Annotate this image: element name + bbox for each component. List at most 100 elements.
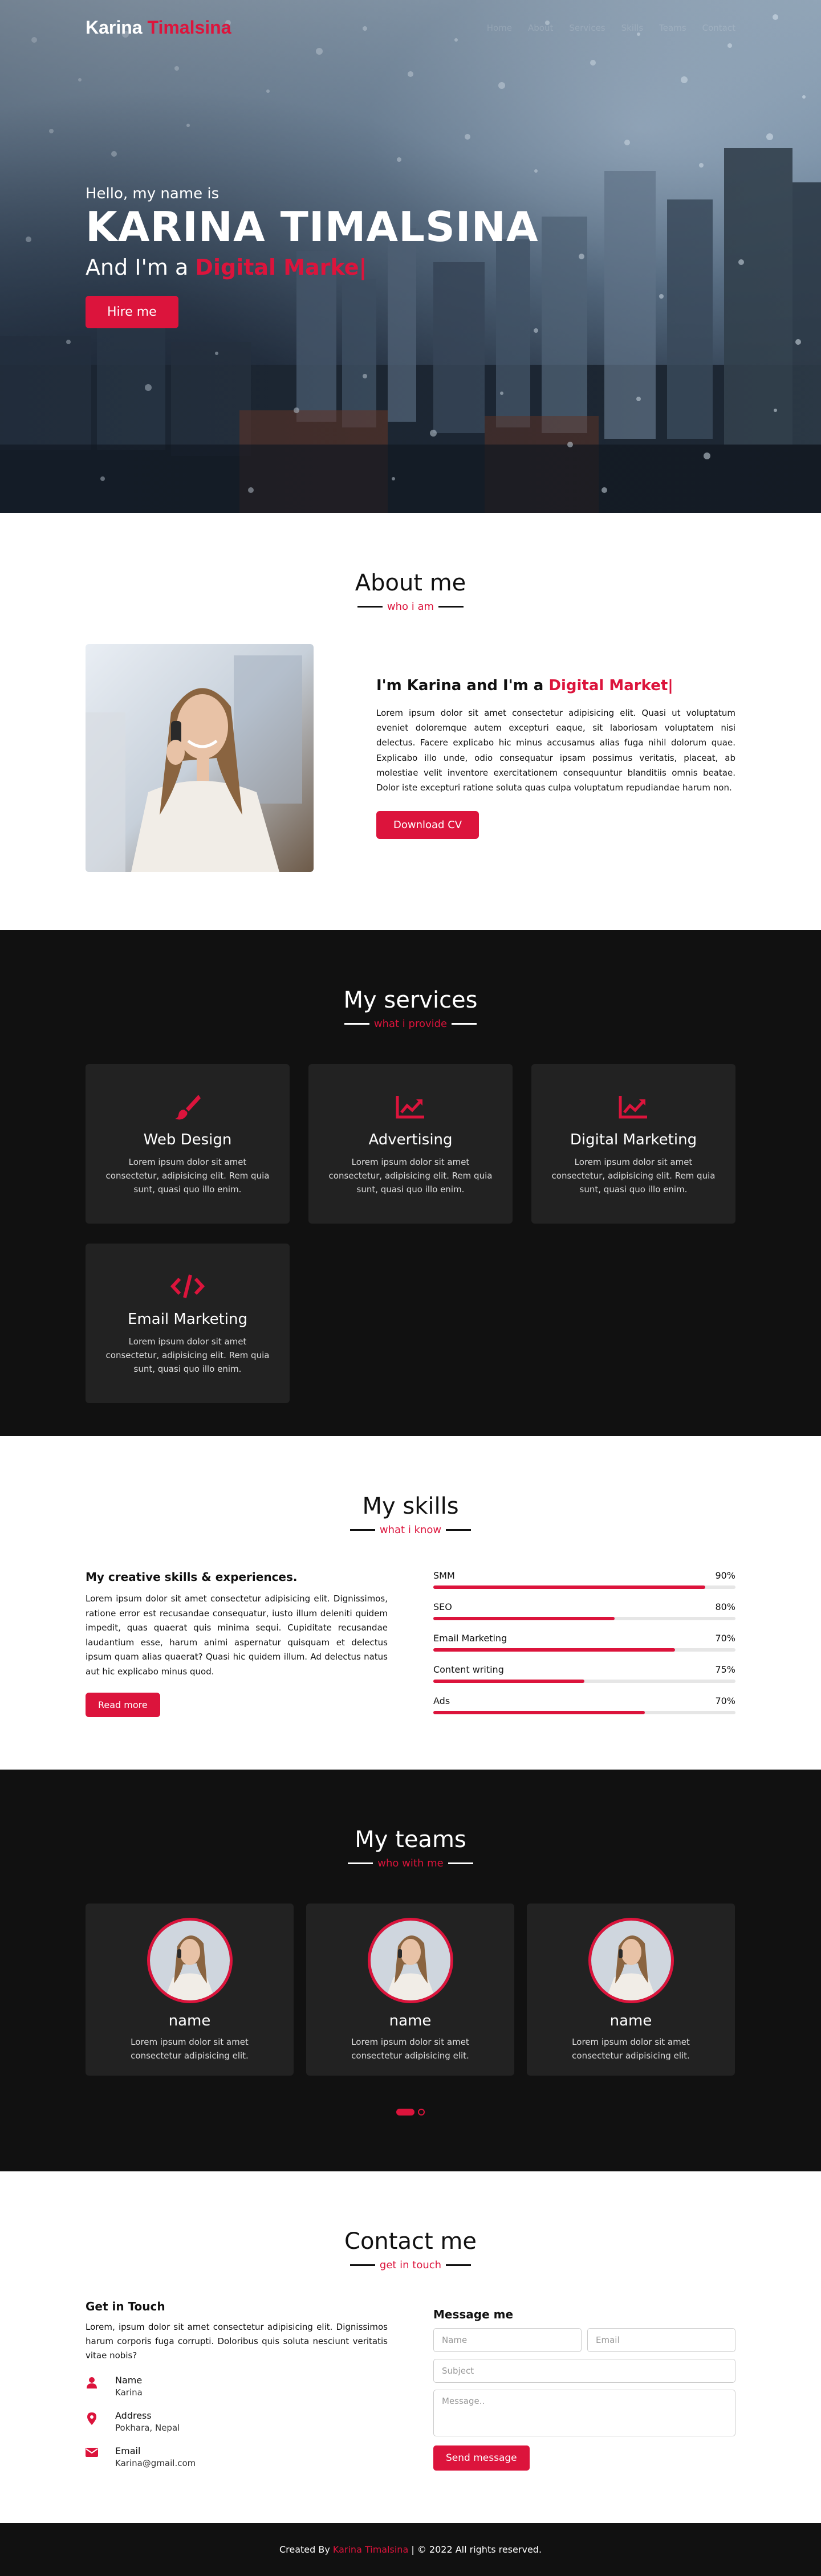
hire-me-button[interactable]: Hire me [86, 295, 178, 328]
team-member-name: name [389, 2012, 432, 2029]
carousel-dot-active[interactable] [396, 2109, 414, 2116]
nav-menu: Home About Services Skills Teams Contact [487, 23, 735, 33]
skill-fill [433, 1585, 705, 1589]
about-photo [86, 644, 314, 872]
user-icon [86, 2375, 98, 2389]
services-grid: Web Design Lorem ipsum dolor sit amet co… [86, 1064, 735, 1403]
skill-label: Ads [433, 1695, 450, 1706]
about-title: About me [355, 570, 466, 596]
logo-first-name: Karina [86, 17, 143, 38]
nav-link-home[interactable]: Home [487, 23, 512, 33]
team-member-name: name [168, 2012, 211, 2029]
service-card[interactable]: Digital Marketing Lorem ipsum dolor sit … [531, 1064, 735, 1224]
services-title: My services [343, 987, 478, 1013]
skills-paragraph: Lorem ipsum dolor sit amet consectetur a… [86, 1593, 388, 1677]
hero-role-typed: Digital Marke| [195, 254, 367, 280]
service-card[interactable]: Advertising Lorem ipsum dolor sit amet c… [308, 1064, 513, 1224]
skills-section: My skills what i know My creative skills… [0, 1436, 821, 1770]
services-section: My services what i provide Web Design Lo… [0, 930, 821, 1436]
name-input[interactable] [433, 2328, 582, 2352]
skill-percent: 70% [715, 1695, 735, 1706]
send-message-button[interactable]: Send message [433, 2445, 530, 2471]
skill-label: SEO [433, 1601, 452, 1612]
teams-title: My teams [355, 1827, 466, 1853]
contact-title: Contact me [344, 2228, 477, 2255]
footer: Created By Karina Timalsina | © 2022 All… [0, 2523, 821, 2576]
get-in-touch-heading: Get in Touch [86, 2300, 165, 2313]
skill-label: SMM [433, 1570, 455, 1581]
paint-brush-icon [103, 1093, 273, 1121]
services-subtitle: what i provide [373, 1018, 448, 1030]
carousel-dots [86, 2109, 735, 2116]
hero-section: Karina Timalsina Home About Services Ski… [0, 0, 821, 513]
read-more-button[interactable]: Read more [86, 1693, 160, 1717]
nav-link-services[interactable]: Services [569, 23, 605, 33]
skill-bars: SMM 90% SEO 80% Email Marketing 70% Content… [433, 1570, 735, 1727]
contact-subtitle: get in touch [379, 2259, 442, 2271]
contact-form: Send message [433, 2328, 735, 2477]
contact-info-name: Name Karina [86, 2375, 388, 2398]
skill-percent: 80% [715, 1601, 735, 1612]
site-logo[interactable]: Karina Timalsina [86, 17, 231, 38]
nav-link-about[interactable]: About [528, 23, 553, 33]
skill-bar: SMM 90% [433, 1570, 735, 1589]
hero-role-prefix: And I'm a [86, 254, 196, 280]
team-card[interactable]: name Lorem ipsum dolor sit amet consecte… [527, 1904, 735, 2076]
skill-fill [433, 1617, 615, 1620]
footer-author-link[interactable]: Karina Timalsina [333, 2544, 408, 2555]
skill-bar: Ads 70% [433, 1695, 735, 1714]
service-title: Digital Marketing [570, 1131, 697, 1148]
service-card[interactable]: Email Marketing Lorem ipsum dolor sit am… [86, 1244, 290, 1403]
skills-heading: My creative skills & experiences. [86, 1570, 298, 1584]
carousel-dot[interactable] [418, 2109, 425, 2116]
team-member-text: Lorem ipsum dolor sit amet consectetur a… [131, 2037, 249, 2061]
teams-subtitle: who with me [377, 1857, 444, 1869]
service-card[interactable]: Web Design Lorem ipsum dolor sit amet co… [86, 1064, 290, 1224]
navbar: Karina Timalsina Home About Services Ski… [86, 17, 735, 38]
hero-greeting: Hello, my name is [86, 185, 220, 202]
contact-paragraph: Lorem, ipsum dolor sit amet consectetur … [86, 2322, 388, 2361]
team-member-avatar [588, 1918, 674, 2003]
message-form-title: Message me [433, 2308, 514, 2321]
hero-role: And I'm a Digital Marke| [86, 255, 539, 280]
skill-percent: 90% [715, 1570, 735, 1581]
skill-percent: 70% [715, 1633, 735, 1644]
service-title: Web Design [143, 1131, 232, 1148]
skill-label: Content writing [433, 1664, 504, 1675]
team-member-text: Lorem ipsum dolor sit amet consectetur a… [572, 2037, 690, 2061]
teams-section: My teams who with me name Lorem ipsum do… [0, 1770, 821, 2171]
service-text: Lorem ipsum dolor sit amet consectetur, … [328, 1157, 493, 1195]
skills-subtitle: what i know [379, 1524, 442, 1536]
skill-bar: Email Marketing 70% [433, 1633, 735, 1652]
team-member-name: name [609, 2012, 652, 2029]
logo-last-name: Timalsina [147, 17, 231, 38]
team-card[interactable]: name Lorem ipsum dolor sit amet consecte… [86, 1904, 294, 2076]
nav-link-teams[interactable]: Teams [659, 23, 686, 33]
skill-percent: 75% [715, 1664, 735, 1675]
download-cv-button[interactable]: Download CV [376, 811, 479, 839]
envelope-icon [86, 2445, 98, 2457]
about-section: About me who i am I'm Karina and I'm a D… [0, 513, 821, 930]
hero-name: KARINA TIMALSINA [86, 203, 539, 251]
team-member-avatar [147, 1918, 233, 2003]
service-title: Email Marketing [128, 1311, 247, 1328]
footer-text: Created By Karina Timalsina | © 2022 All… [279, 2544, 542, 2555]
service-title: Advertising [368, 1131, 453, 1148]
team-carousel: name Lorem ipsum dolor sit amet consecte… [86, 1904, 735, 2076]
hero-content: Hello, my name is KARINA TIMALSINA And I… [86, 185, 539, 328]
nav-link-contact[interactable]: Contact [702, 23, 735, 33]
skills-title: My skills [362, 1493, 459, 1519]
skill-fill [433, 1648, 675, 1652]
skill-fill [433, 1680, 584, 1683]
about-paragraph: Lorem ipsum dolor sit amet consectetur a… [376, 707, 735, 793]
message-textarea[interactable] [433, 2390, 735, 2436]
map-marker-icon [86, 2410, 98, 2426]
nav-link-skills[interactable]: Skills [621, 23, 644, 33]
team-card[interactable]: name Lorem ipsum dolor sit amet consecte… [306, 1904, 514, 2076]
email-input[interactable] [587, 2328, 735, 2352]
contact-section: Contact me get in touch Get in Touch Lor… [0, 2171, 821, 2523]
subject-input[interactable] [433, 2359, 735, 2383]
skill-fill [433, 1711, 645, 1714]
skill-label: Email Marketing [433, 1633, 507, 1644]
about-subtitle: who i am [387, 601, 434, 613]
